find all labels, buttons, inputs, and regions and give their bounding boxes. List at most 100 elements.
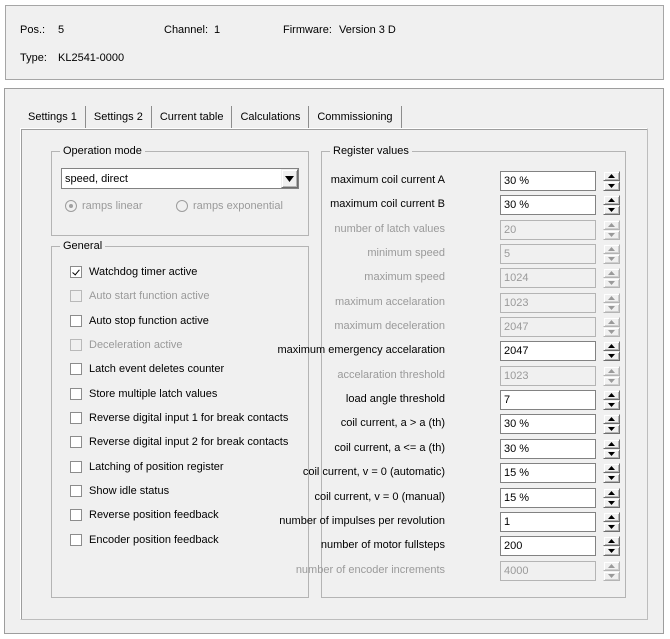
- spinner-load-angle-threshold[interactable]: [603, 390, 620, 410]
- spinner-up-icon[interactable]: [603, 220, 620, 230]
- spinner-up-icon[interactable]: [603, 561, 620, 571]
- spinner-accelaration-threshold[interactable]: [603, 366, 620, 386]
- checkbox-latch-event-deletes-counter[interactable]: Latch event deletes counter: [70, 363, 224, 375]
- checkbox-reverse-digital-input-1[interactable]: Reverse digital input 1 for break contac…: [70, 412, 288, 424]
- spinner-up-icon[interactable]: [603, 317, 620, 327]
- checkbox-latch-event-mark[interactable]: [70, 363, 82, 375]
- checkbox-auto-start-function-active[interactable]: Auto start function active: [70, 290, 209, 302]
- checkbox-deceleration-active[interactable]: Deceleration active: [70, 339, 183, 351]
- spinner-up-icon[interactable]: [603, 341, 620, 351]
- spinner-down-icon[interactable]: [603, 327, 620, 337]
- checkbox-show-idle-status[interactable]: Show idle status: [70, 485, 169, 497]
- checkbox-latching-position-mark[interactable]: [70, 461, 82, 473]
- spinner-down-icon[interactable]: [603, 498, 620, 508]
- radio-ramps-exponential[interactable]: ramps exponential: [176, 200, 283, 212]
- checkbox-store-multiple-latch-values[interactable]: Store multiple latch values: [70, 388, 217, 400]
- spinner-down-icon[interactable]: [603, 522, 620, 532]
- spinner-coil-current-a-lessequal[interactable]: [603, 439, 620, 459]
- input-coil-current-a-greater[interactable]: 30 %: [500, 414, 596, 434]
- input-maximum-emergency-accelaration[interactable]: 2047: [500, 341, 596, 361]
- chevron-down-icon[interactable]: [281, 169, 298, 188]
- input-coil-current-v0-automatic[interactable]: 15 %: [500, 463, 596, 483]
- checkbox-auto-stop-mark[interactable]: [70, 315, 82, 327]
- checkbox-show-idle-mark[interactable]: [70, 485, 82, 497]
- spinner-number-of-impulses-per-revolution[interactable]: [603, 512, 620, 532]
- checkbox-reverse-input-1-mark[interactable]: [70, 412, 82, 424]
- spinner-up-icon[interactable]: [603, 536, 620, 546]
- spinner-down-icon[interactable]: [603, 351, 620, 361]
- spinner-minimum-speed[interactable]: [603, 244, 620, 264]
- input-maximum-coil-current-a[interactable]: 30 %: [500, 171, 596, 191]
- input-maximum-coil-current-b[interactable]: 30 %: [500, 195, 596, 215]
- input-number-of-motor-fullsteps[interactable]: 200: [500, 536, 596, 556]
- input-number-of-encoder-increments[interactable]: 4000: [500, 561, 596, 581]
- spinner-down-icon[interactable]: [603, 254, 620, 264]
- checkbox-reverse-digital-input-2[interactable]: Reverse digital input 2 for break contac…: [70, 436, 288, 448]
- input-minimum-speed[interactable]: 5: [500, 244, 596, 264]
- spinner-maximum-emergency-accelaration[interactable]: [603, 341, 620, 361]
- input-maximum-deceleration[interactable]: 2047: [500, 317, 596, 337]
- spinner-down-icon[interactable]: [603, 424, 620, 434]
- spinner-coil-current-v0-manual[interactable]: [603, 488, 620, 508]
- spinner-maximum-speed[interactable]: [603, 268, 620, 288]
- input-coil-current-v0-manual[interactable]: 15 %: [500, 488, 596, 508]
- spinner-down-icon[interactable]: [603, 400, 620, 410]
- radio-linear-mark[interactable]: [65, 200, 77, 212]
- spinner-up-icon[interactable]: [603, 293, 620, 303]
- spinner-down-icon[interactable]: [603, 449, 620, 459]
- spinner-maximum-coil-current-b[interactable]: [603, 195, 620, 215]
- spinner-down-icon[interactable]: [603, 205, 620, 215]
- spinner-down-icon[interactable]: [603, 230, 620, 240]
- spinner-number-of-latch-values[interactable]: [603, 220, 620, 240]
- spinner-down-icon[interactable]: [603, 278, 620, 288]
- checkbox-reverse-position-mark[interactable]: [70, 509, 82, 521]
- checkbox-encoder-position-feedback[interactable]: Encoder position feedback: [70, 534, 219, 546]
- spinner-up-icon[interactable]: [603, 366, 620, 376]
- spinner-up-icon[interactable]: [603, 463, 620, 473]
- checkbox-encoder-position-mark[interactable]: [70, 534, 82, 546]
- checkbox-auto-start-mark[interactable]: [70, 290, 82, 302]
- checkbox-watchdog-mark[interactable]: [70, 266, 82, 278]
- checkbox-reverse-position-feedback[interactable]: Reverse position feedback: [70, 509, 219, 521]
- tab-settings-1[interactable]: Settings 1: [20, 106, 86, 128]
- spinner-number-of-motor-fullsteps[interactable]: [603, 536, 620, 556]
- spinner-coil-current-v0-automatic[interactable]: [603, 463, 620, 483]
- input-coil-current-a-lessequal[interactable]: 30 %: [500, 439, 596, 459]
- radio-ramps-linear[interactable]: ramps linear: [65, 200, 143, 212]
- input-maximum-accelaration[interactable]: 1023: [500, 293, 596, 313]
- spinner-up-icon[interactable]: [603, 414, 620, 424]
- spinner-up-icon[interactable]: [603, 171, 620, 181]
- spinner-coil-current-a-greater[interactable]: [603, 414, 620, 434]
- input-number-of-latch-values[interactable]: 20: [500, 220, 596, 240]
- operation-mode-combobox[interactable]: speed, direct: [61, 168, 299, 189]
- spinner-down-icon[interactable]: [603, 473, 620, 483]
- spinner-up-icon[interactable]: [603, 439, 620, 449]
- spinner-maximum-coil-current-a[interactable]: [603, 171, 620, 191]
- input-maximum-speed[interactable]: 1024: [500, 268, 596, 288]
- tab-settings-2[interactable]: Settings 2: [85, 106, 152, 128]
- tab-commissioning[interactable]: Commissioning: [309, 106, 402, 128]
- spinner-up-icon[interactable]: [603, 244, 620, 254]
- radio-exponential-mark[interactable]: [176, 200, 188, 212]
- tab-calculations[interactable]: Calculations: [232, 106, 310, 128]
- spinner-up-icon[interactable]: [603, 512, 620, 522]
- input-load-angle-threshold[interactable]: 7: [500, 390, 596, 410]
- spinner-down-icon[interactable]: [603, 376, 620, 386]
- spinner-up-icon[interactable]: [603, 390, 620, 400]
- spinner-number-of-encoder-increments[interactable]: [603, 561, 620, 581]
- tab-current-table[interactable]: Current table: [151, 106, 233, 128]
- checkbox-deceleration-mark[interactable]: [70, 339, 82, 351]
- spinner-down-icon[interactable]: [603, 546, 620, 556]
- spinner-up-icon[interactable]: [603, 268, 620, 278]
- input-number-of-impulses-per-revolution[interactable]: 1: [500, 512, 596, 532]
- spinner-up-icon[interactable]: [603, 488, 620, 498]
- spinner-up-icon[interactable]: [603, 195, 620, 205]
- spinner-maximum-accelaration[interactable]: [603, 293, 620, 313]
- checkbox-watchdog-timer-active[interactable]: Watchdog timer active: [70, 266, 197, 278]
- spinner-maximum-deceleration[interactable]: [603, 317, 620, 337]
- input-accelaration-threshold[interactable]: 1023: [500, 366, 596, 386]
- spinner-down-icon[interactable]: [603, 303, 620, 313]
- checkbox-auto-stop-function-active[interactable]: Auto stop function active: [70, 315, 209, 327]
- spinner-down-icon[interactable]: [603, 181, 620, 191]
- spinner-down-icon[interactable]: [603, 571, 620, 581]
